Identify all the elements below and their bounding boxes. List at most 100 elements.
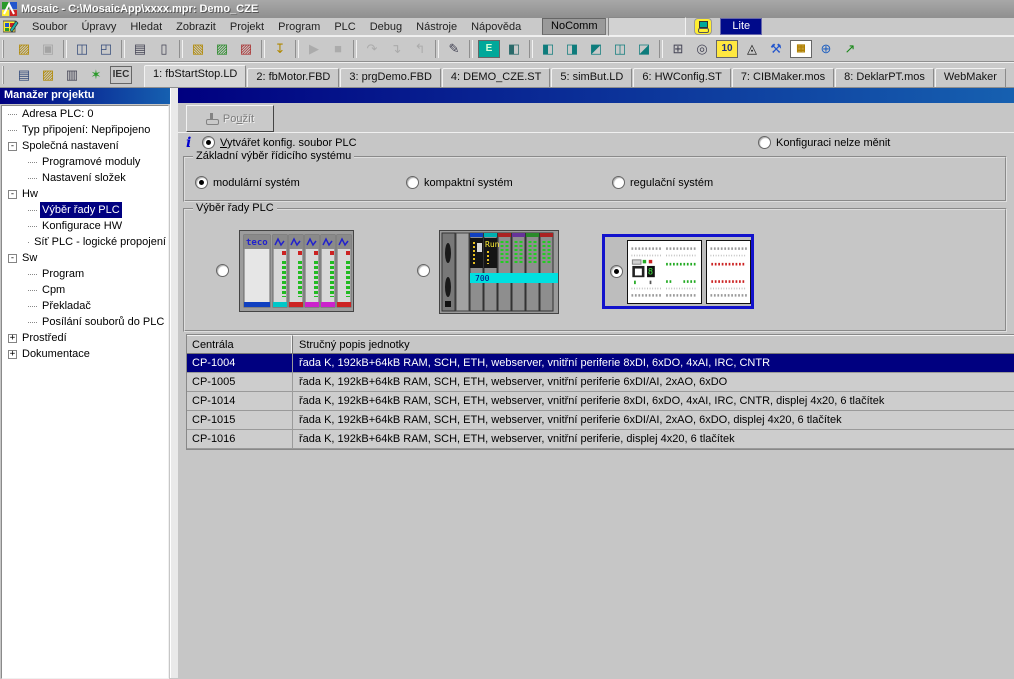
column-header-centrala[interactable]: Centrála	[187, 335, 293, 353]
send-to-plc-icon[interactable]: ↧	[268, 38, 292, 60]
tree-item-s-plc-logick-propojen[interactable]: Síť PLC - logické propojení	[2, 234, 168, 250]
collapse-icon[interactable]: -	[8, 142, 17, 151]
tab-1-fbstartstop-ld[interactable]: 1: fbStartStop.LD	[144, 65, 246, 87]
folder-edit-icon[interactable]: ▨	[234, 38, 258, 60]
apply-button[interactable]: Použít	[186, 105, 274, 132]
menu-pravy[interactable]: Úpravy	[74, 19, 123, 35]
debug-bug-icon[interactable]: ✶	[84, 64, 108, 86]
tab-7-cibmaker-mos[interactable]: 7: CIBMaker.mos	[732, 68, 834, 87]
pou-pages-icon[interactable]: ▤	[12, 64, 36, 86]
online-editor-icon[interactable]: E	[478, 40, 500, 58]
toolbar-grip[interactable]	[2, 66, 9, 84]
menu-nstroje[interactable]: Nástroje	[409, 19, 464, 35]
layout-bottom-icon[interactable]: ◨	[560, 38, 584, 60]
step-into-icon[interactable]: ↴	[384, 38, 408, 60]
windows-list-icon[interactable]: ◫	[70, 38, 94, 60]
tree-item-spole-n-nastaven[interactable]: -Společná nastavení	[2, 138, 168, 154]
pen-icon[interactable]: ✎	[442, 38, 466, 60]
layout-full-icon[interactable]: ◧	[536, 38, 560, 60]
menu-program[interactable]: Program	[271, 19, 327, 35]
menu-zobrazit[interactable]: Zobrazit	[169, 19, 223, 35]
tab-2-fbmotor-fbd[interactable]: 2: fbMotor.FBD	[247, 68, 339, 87]
cpu-row-cp-1004[interactable]: CP-1004řada K, 192kB+64kB RAM, SCH, ETH,…	[187, 354, 1014, 373]
cpu-row-cp-1016[interactable]: CP-1016řada K, 192kB+64kB RAM, SCH, ETH,…	[187, 430, 1014, 449]
locked-config-option[interactable]: Konfiguraci nelze měnit	[758, 136, 890, 149]
new-file-icon[interactable]: ▯	[152, 38, 176, 60]
tree-item-sw[interactable]: -Sw	[2, 250, 168, 266]
step-over-icon[interactable]: ↷	[360, 38, 384, 60]
tc700-rack-image[interactable]: Run 700	[439, 230, 559, 314]
tree-item-dokumentace[interactable]: +Dokumentace	[2, 346, 168, 362]
layout-split-icon[interactable]: ◪	[632, 38, 656, 60]
collapse-icon[interactable]: -	[8, 254, 17, 263]
tab-3-prgdemo-fbd[interactable]: 3: prgDemo.FBD	[340, 68, 441, 87]
tab-4-demo-cze-st[interactable]: 4: DEMO_CZE.ST	[442, 68, 550, 87]
collapse-icon[interactable]: -	[8, 190, 17, 199]
io-node-icon[interactable]: ◬	[740, 38, 764, 60]
cpu-row-cp-1015[interactable]: CP-1015řada K, 192kB+64kB RAM, SCH, ETH,…	[187, 411, 1014, 430]
tc650-radio[interactable]	[216, 264, 229, 277]
panel-window-icon[interactable]: ◧	[502, 38, 526, 60]
column-header-popis[interactable]: Stručný popis jednotky	[293, 335, 1014, 353]
save-project-icon[interactable]: ▣	[36, 38, 60, 60]
tab-8-deklarpt-mos[interactable]: 8: DeklarPT.mos	[835, 68, 934, 87]
tab-5-simbut-ld[interactable]: 5: simBut.LD	[551, 68, 632, 87]
step-out-icon[interactable]: ↰	[408, 38, 432, 60]
tree-item-adresa-plc-0[interactable]: Adresa PLC: 0	[2, 106, 168, 122]
modulární-radio[interactable]	[195, 176, 208, 189]
tree-item-konfigurace-hw[interactable]: Konfigurace HW	[2, 218, 168, 234]
open-project-icon[interactable]: ▨	[12, 38, 36, 60]
io-setup-icon[interactable]: 10	[716, 40, 738, 58]
new-window-icon[interactable]: ◰	[94, 38, 118, 60]
grid-icon[interactable]: ⊞	[666, 38, 690, 60]
iec-norm-icon[interactable]: IEC	[110, 66, 132, 84]
series-option-tc700[interactable]	[417, 264, 430, 277]
run-icon[interactable]: ▶	[302, 38, 326, 60]
system-option-regulační[interactable]: regulační systém	[612, 176, 713, 189]
web-icon[interactable]: ⊕	[814, 38, 838, 60]
tc650-rack-image[interactable]: teco	[239, 230, 354, 312]
system-option-kompaktní[interactable]: kompaktní systém	[406, 176, 513, 189]
regulační-radio[interactable]	[612, 176, 625, 189]
expand-icon[interactable]: +	[8, 334, 17, 343]
tree-item-p-eklada[interactable]: Překladač	[2, 298, 168, 314]
pou-open-icon[interactable]: ▨	[36, 64, 60, 86]
menu-npovda[interactable]: Nápověda	[464, 19, 528, 35]
tree-item-program[interactable]: Program	[2, 266, 168, 282]
menu-soubor[interactable]: Soubor	[25, 19, 74, 35]
kompaktní-radio[interactable]	[406, 176, 419, 189]
tc700-radio[interactable]	[417, 264, 430, 277]
series-option-tc650[interactable]	[216, 264, 229, 277]
zoom-window-icon[interactable]: ◎	[690, 38, 714, 60]
create-config-option[interactable]: Vytvářet konfig. soubor PLC	[202, 136, 357, 149]
series-option-foxtrot[interactable]: 8	[602, 234, 754, 309]
stop-icon[interactable]: ■	[326, 38, 350, 60]
folder-import-icon[interactable]: ▨	[210, 38, 234, 60]
copy-pages-icon[interactable]: ▤	[128, 38, 152, 60]
tab-webmaker[interactable]: WebMaker	[935, 68, 1006, 87]
graph-icon[interactable]: ↗	[838, 38, 862, 60]
expand-icon[interactable]: +	[8, 350, 17, 359]
nocomm-button[interactable]: NoComm	[542, 18, 606, 35]
layout-top-icon[interactable]: ◩	[584, 38, 608, 60]
tree-item-hw[interactable]: -Hw	[2, 186, 168, 202]
cpu-row-cp-1014[interactable]: CP-1014řada K, 192kB+64kB RAM, SCH, ETH,…	[187, 392, 1014, 411]
locked-config-radio[interactable]	[758, 136, 771, 149]
pou-copy-icon[interactable]: ▥	[60, 64, 84, 86]
tree-item-programov-moduly[interactable]: Programové moduly	[2, 154, 168, 170]
menu-plc[interactable]: PLC	[327, 19, 362, 35]
tree-item-cpm[interactable]: Cpm	[2, 282, 168, 298]
tree-item-v-b-r-ady-plc[interactable]: Výběr řady PLC	[2, 202, 168, 218]
menu-projekt[interactable]: Projekt	[223, 19, 271, 35]
tree-item-prost-ed[interactable]: +Prostředí	[2, 330, 168, 346]
tree-item-nastaven-slo-ek[interactable]: Nastavení složek	[2, 170, 168, 186]
tab-6-hwconfig-st[interactable]: 6: HWConfig.ST	[633, 68, 730, 87]
layout-left-icon[interactable]: ◫	[608, 38, 632, 60]
tools-icon[interactable]: ⚒	[764, 38, 788, 60]
create-config-radio[interactable]	[202, 136, 215, 149]
calculator-icon[interactable]: ▦	[790, 40, 812, 58]
menu-hledat[interactable]: Hledat	[123, 19, 169, 35]
tree-item-typ-p-ipojen-nep-ipojeno[interactable]: Typ připojení: Nepřipojeno	[2, 122, 168, 138]
system-option-modulární[interactable]: modulární systém	[195, 176, 300, 189]
menu-debug[interactable]: Debug	[363, 19, 409, 35]
